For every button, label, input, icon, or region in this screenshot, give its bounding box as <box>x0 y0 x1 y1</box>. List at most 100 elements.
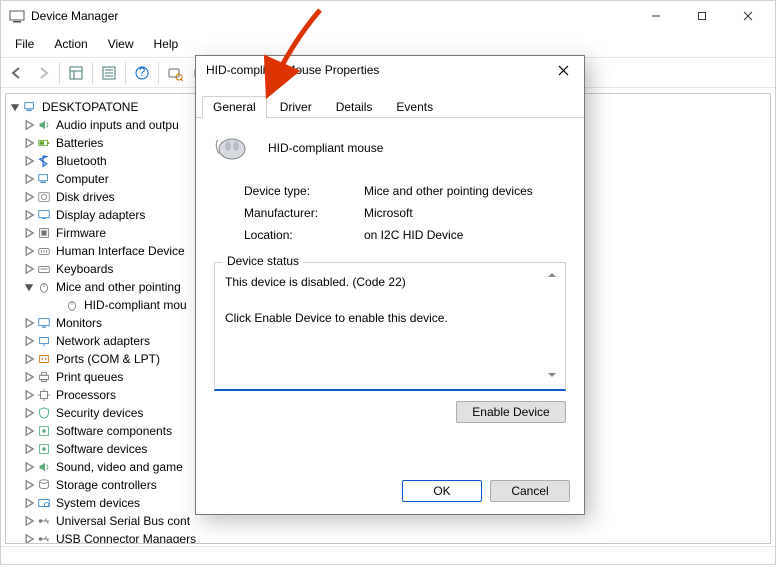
chevron-right-icon[interactable] <box>22 208 36 222</box>
tree-item-label: Mice and other pointing <box>56 278 181 296</box>
tree-item-label: Ports (COM & LPT) <box>56 350 160 368</box>
tree-item-label: Universal Serial Bus cont <box>56 512 190 530</box>
tab-strip: General Driver Details Events <box>196 94 584 118</box>
menu-action[interactable]: Action <box>44 33 97 55</box>
label-manufacturer: Manufacturer: <box>244 206 364 220</box>
minimize-button[interactable] <box>633 1 679 31</box>
device-headline: HID-compliant mouse <box>268 141 383 155</box>
audio-icon <box>36 459 52 475</box>
properties-button[interactable] <box>97 61 121 85</box>
chevron-right-icon[interactable] <box>22 406 36 420</box>
window-controls <box>633 1 771 31</box>
chevron-down-icon[interactable] <box>8 100 22 114</box>
tab-general[interactable]: General <box>202 96 267 118</box>
chevron-right-icon[interactable] <box>22 316 36 330</box>
tree-item-label: Batteries <box>56 134 103 152</box>
tree-item-label: Human Interface Device <box>56 242 185 260</box>
forward-button[interactable] <box>31 61 55 85</box>
tree-item-label: Print queues <box>56 368 123 386</box>
chevron-right-icon[interactable] <box>22 172 36 186</box>
monitor-icon <box>36 315 52 331</box>
chevron-right-icon[interactable] <box>22 262 36 276</box>
chevron-right-icon[interactable] <box>22 460 36 474</box>
tree-item-label: Security devices <box>56 404 143 422</box>
chevron-right-icon[interactable] <box>22 514 36 528</box>
chevron-right-icon[interactable] <box>22 154 36 168</box>
dialog-footer: OK Cancel <box>394 480 570 502</box>
chevron-right-icon[interactable] <box>22 226 36 240</box>
printer-icon <box>36 369 52 385</box>
chevron-right-icon[interactable] <box>22 388 36 402</box>
enable-device-button[interactable]: Enable Device <box>456 401 566 423</box>
tree-item-label: Disk drives <box>56 188 115 206</box>
tree-item-label: Keyboards <box>56 260 113 278</box>
security-icon <box>36 405 52 421</box>
show-hide-tree-button[interactable] <box>64 61 88 85</box>
chevron-right-icon[interactable] <box>22 136 36 150</box>
device-status-text[interactable]: This device is disabled. (Code 22) Click… <box>223 271 557 381</box>
disk-icon <box>36 189 52 205</box>
tree-item-label: Network adapters <box>56 332 150 350</box>
mouse-icon <box>36 279 52 295</box>
svg-text:?: ? <box>139 65 146 79</box>
maximize-button[interactable] <box>679 1 725 31</box>
chevron-right-icon[interactable] <box>22 190 36 204</box>
close-button[interactable] <box>725 1 771 31</box>
value-location: on I2C HID Device <box>364 228 566 242</box>
value-device-type: Mice and other pointing devices <box>364 184 566 198</box>
chevron-right-icon[interactable] <box>22 334 36 348</box>
chevron-right-icon[interactable] <box>22 370 36 384</box>
sw-icon <box>36 441 52 457</box>
cancel-button[interactable]: Cancel <box>490 480 570 502</box>
chevron-right-icon[interactable] <box>22 352 36 366</box>
back-button[interactable] <box>5 61 29 85</box>
tree-item-label: Storage controllers <box>56 476 157 494</box>
firmware-icon <box>36 225 52 241</box>
menu-file[interactable]: File <box>5 33 44 55</box>
audio-icon <box>36 117 52 133</box>
chevron-right-icon[interactable] <box>22 244 36 258</box>
title-bar[interactable]: Device Manager <box>1 1 775 31</box>
tree-item-label: Audio inputs and outpu <box>56 116 179 134</box>
tab-details[interactable]: Details <box>325 96 384 118</box>
properties-dialog: HID-compliant Mouse Properties General D… <box>195 55 585 515</box>
tree-item-label: Firmware <box>56 224 106 242</box>
status-scrollbar[interactable] <box>547 269 563 383</box>
tree-item-label: Monitors <box>56 314 102 332</box>
scroll-down-icon[interactable] <box>547 369 563 383</box>
ok-button[interactable]: OK <box>402 480 482 502</box>
chevron-right-icon[interactable] <box>22 442 36 456</box>
keyboard-icon <box>36 261 52 277</box>
toolbar-separator <box>125 62 126 84</box>
scroll-up-icon[interactable] <box>547 269 563 283</box>
tab-driver[interactable]: Driver <box>269 96 323 118</box>
tree-item-label: Software components <box>56 422 172 440</box>
chevron-down-icon[interactable] <box>22 280 36 294</box>
chevron-right-icon[interactable] <box>22 424 36 438</box>
dialog-title-bar[interactable]: HID-compliant Mouse Properties <box>196 56 584 84</box>
sw-icon <box>36 423 52 439</box>
chevron-right-icon[interactable] <box>22 532 36 544</box>
tree-item-label: DESKTOPATONE <box>42 98 138 116</box>
network-icon <box>36 333 52 349</box>
help-button[interactable]: ? <box>130 61 154 85</box>
menu-help[interactable]: Help <box>144 33 189 55</box>
bluetooth-icon <box>36 153 52 169</box>
chevron-right-icon[interactable] <box>22 118 36 132</box>
scan-hardware-button[interactable] <box>163 61 187 85</box>
tab-events[interactable]: Events <box>385 96 444 118</box>
chevron-right-icon[interactable] <box>22 478 36 492</box>
tree-item-label: Computer <box>56 170 109 188</box>
system-icon <box>36 495 52 511</box>
computer-icon <box>22 99 38 115</box>
menu-view[interactable]: View <box>98 33 144 55</box>
device-status-legend: Device status <box>223 254 303 268</box>
tree-item-label: Processors <box>56 386 116 404</box>
chevron-right-icon[interactable] <box>22 496 36 510</box>
device-info: Device type: Mice and other pointing dev… <box>244 184 566 242</box>
storage-icon <box>36 477 52 493</box>
tree-item-usb[interactable]: USB Connector Managers <box>8 530 770 544</box>
dialog-close-button[interactable] <box>548 59 578 81</box>
device-status-group: Device status This device is disabled. (… <box>214 262 566 391</box>
dialog-title: HID-compliant Mouse Properties <box>206 63 548 77</box>
